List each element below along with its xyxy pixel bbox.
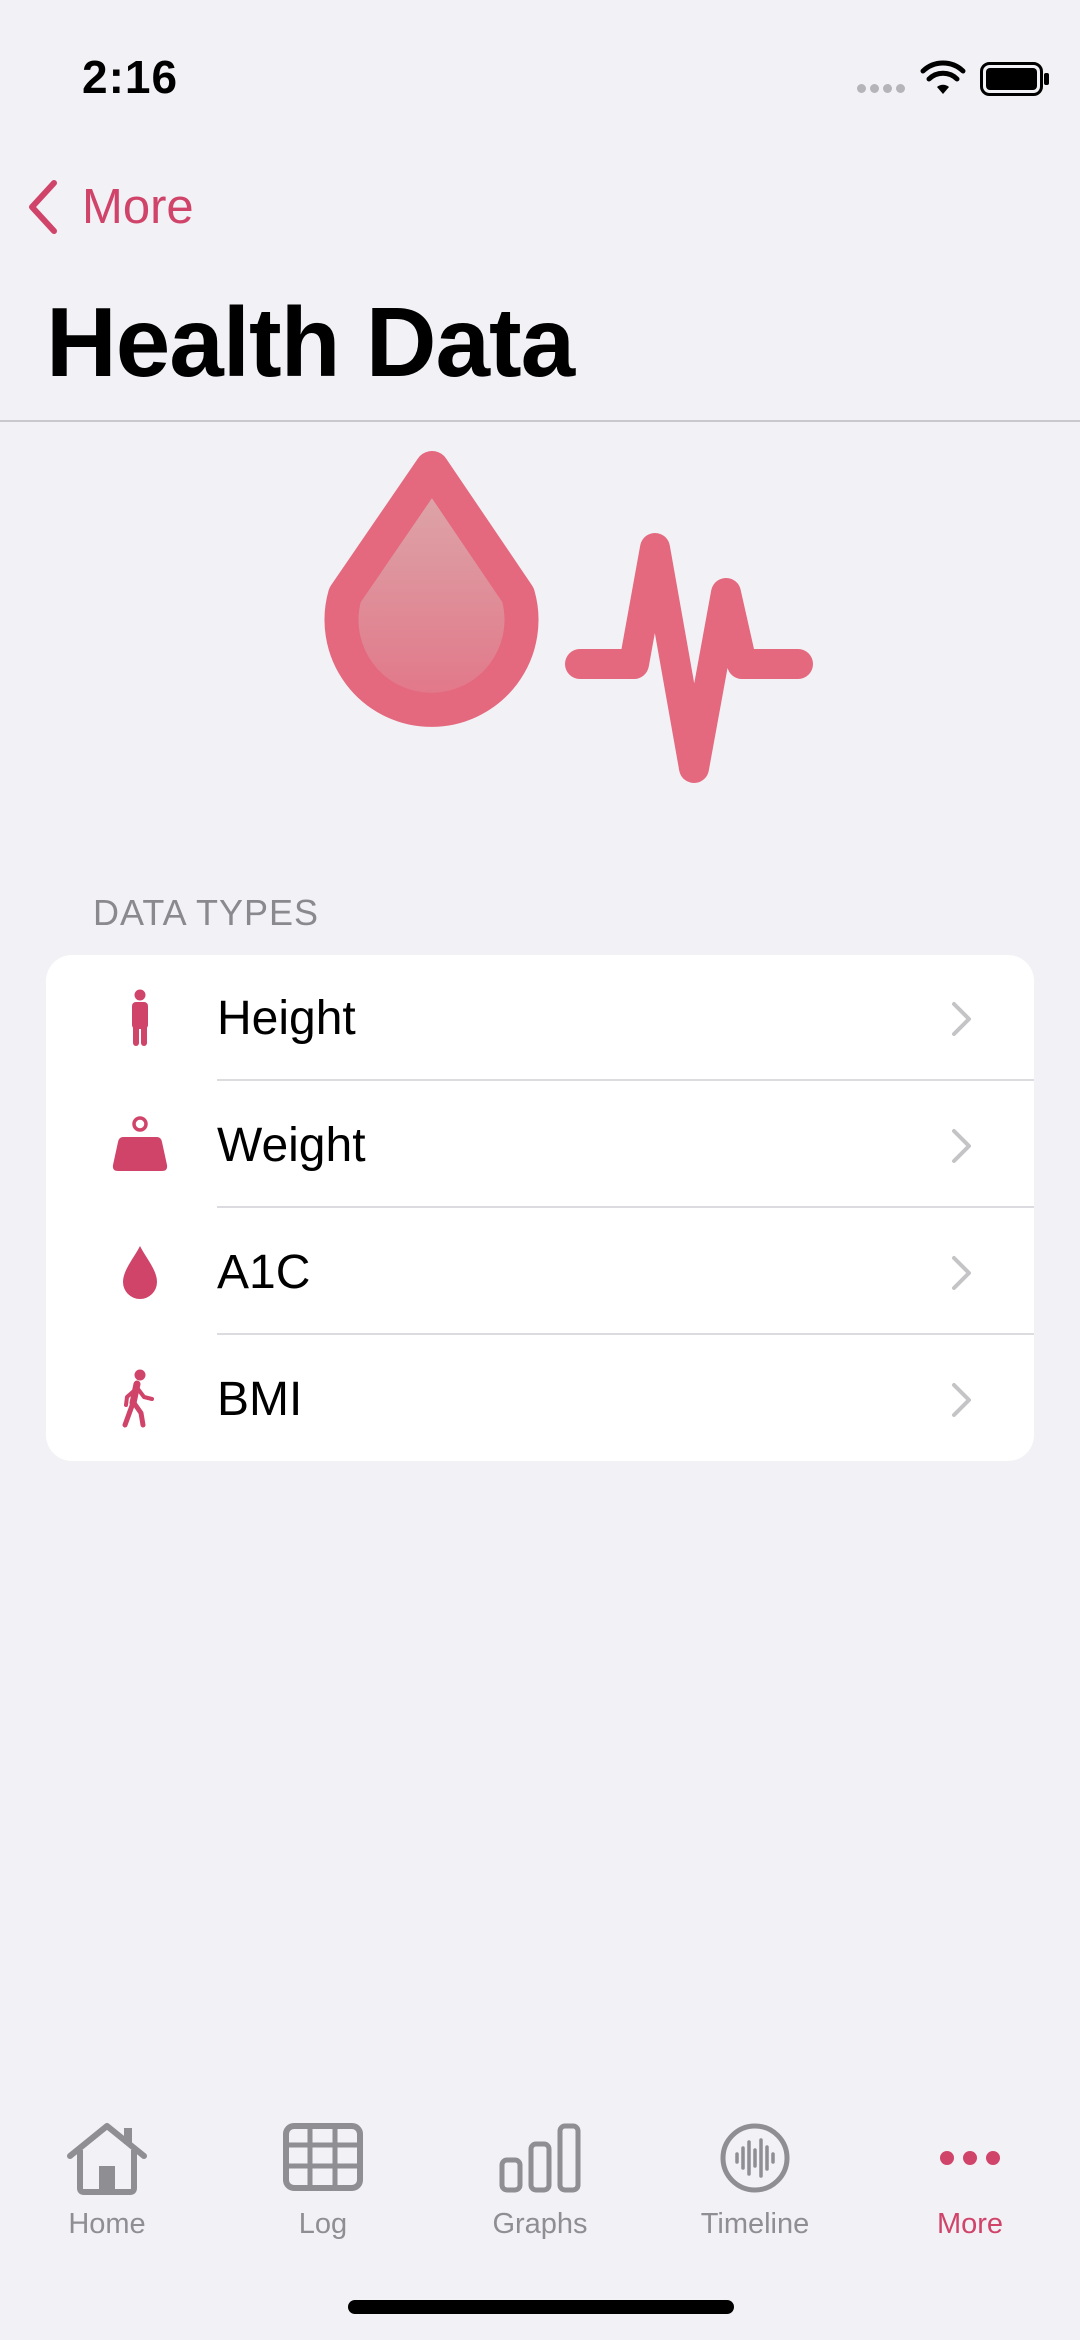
page-title: Health Data (46, 287, 575, 397)
chevron-left-icon (29, 180, 57, 234)
battery-icon (980, 62, 1049, 96)
row-divider (217, 1206, 1034, 1208)
scale-weight-icon (112, 1116, 168, 1171)
row-divider (217, 1333, 1034, 1335)
data-types-list: Height Weight A1C BMI (46, 955, 1034, 1461)
tab-log[interactable]: Log (223, 2120, 423, 2270)
list-item-bmi[interactable]: BMI (46, 1336, 1034, 1461)
ellipsis-icon (940, 2151, 1000, 2165)
tab-home[interactable]: Home (7, 2120, 207, 2270)
person-standing-icon (132, 989, 148, 1046)
back-button-label: More (82, 180, 194, 234)
list-item-height[interactable]: Height (46, 955, 1034, 1081)
list-item-label: Weight (217, 1119, 366, 1172)
tab-timeline[interactable]: Timeline (655, 2120, 855, 2270)
tab-label: Timeline (700, 2208, 810, 2240)
status-time: 2:16 (82, 51, 179, 103)
home-indicator[interactable] (348, 2300, 734, 2314)
blood-drop-pulse-icon (324, 451, 813, 783)
list-item-label: Height (217, 992, 356, 1045)
chevron-right-icon (952, 1383, 971, 1417)
list-item-label: BMI (217, 1373, 303, 1426)
chevron-right-icon (952, 1129, 971, 1163)
status-bar: 2:16 (0, 0, 1080, 150)
tab-label: Log (298, 2208, 348, 2240)
tab-label: Graphs (492, 2208, 588, 2240)
chevron-right-icon (952, 1256, 971, 1290)
wifi-icon (920, 60, 966, 94)
list-item-weight[interactable]: Weight (46, 1082, 1034, 1208)
bar-chart-icon (499, 2123, 581, 2193)
cellular-signal-icon (857, 84, 907, 94)
house-icon (67, 2123, 147, 2195)
figure-walk-icon (122, 1369, 154, 1428)
chevron-right-icon (952, 1002, 971, 1036)
row-divider (217, 1079, 1034, 1081)
section-header: DATA TYPES (93, 892, 320, 933)
table-grid-icon (283, 2123, 363, 2191)
list-item-a1c[interactable]: A1C (46, 1209, 1034, 1335)
tab-label: Home (68, 2208, 146, 2240)
tab-more[interactable]: More (870, 2120, 1070, 2270)
divider (0, 420, 1080, 422)
tab-label: More (936, 2208, 1004, 2240)
waveform-circle-icon (720, 2123, 790, 2193)
list-item-label: A1C (217, 1246, 311, 1299)
drop-icon (123, 1246, 157, 1299)
tab-graphs[interactable]: Graphs (440, 2120, 640, 2270)
back-button[interactable]: More (24, 172, 194, 242)
